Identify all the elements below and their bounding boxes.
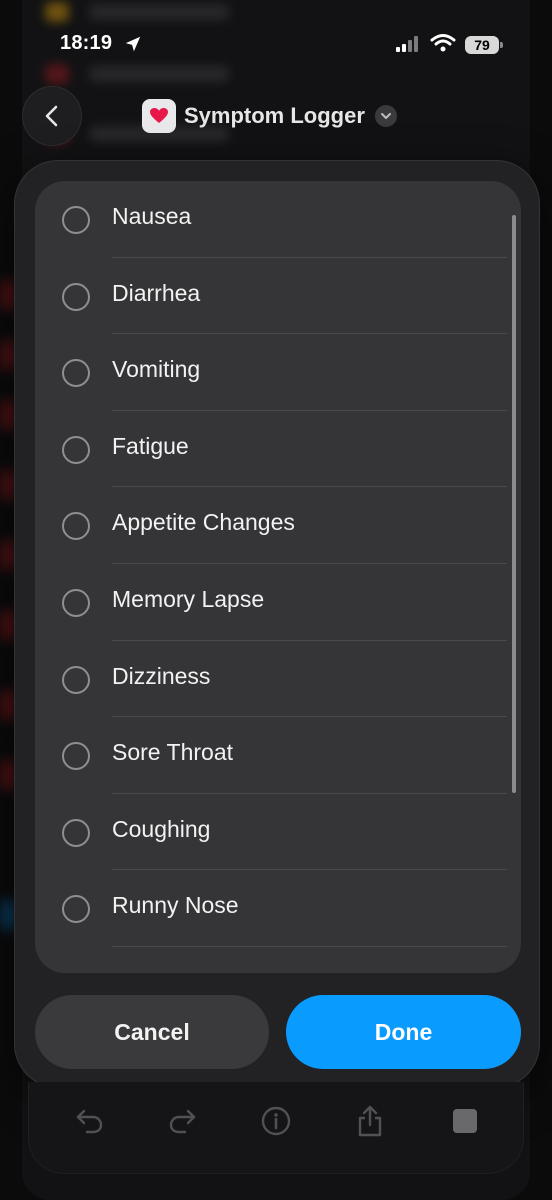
wifi-icon [430,34,456,52]
radio-circle-icon[interactable] [62,895,90,924]
symptom-row[interactable]: Memory Lapse [35,564,521,641]
symptom-label: Memory Lapse [112,586,265,612]
done-button[interactable]: Done [286,995,521,1069]
symptom-row[interactable]: Fatigue [35,411,521,488]
cancel-button[interactable]: Cancel [35,995,269,1069]
share-icon[interactable] [353,1104,387,1138]
symptom-label: Coughing [112,815,211,842]
radio-circle-icon[interactable] [62,589,90,617]
radio-circle-icon[interactable] [62,665,90,694]
page-title: Symptom Logger [184,103,365,128]
symptom-label: Appetite Changes [112,509,295,536]
symptom-row[interactable]: Runny Nose [35,870,521,947]
status-bar: 18:19 79 [0,0,552,90]
symptom-label: Dizziness [112,662,211,689]
symptom-label: Vomiting [112,356,201,383]
signal-icon [396,36,418,52]
info-icon[interactable] [259,1104,293,1138]
app-icon [142,99,176,133]
radio-circle-icon[interactable] [62,742,90,771]
undo-icon[interactable] [73,1104,107,1138]
stop-icon[interactable] [448,1104,482,1138]
symptom-label: Nausea [112,203,192,229]
symptom-row[interactable]: Vomiting [35,334,521,411]
row-divider [112,945,507,947]
symptom-row[interactable]: Nausea [35,181,521,258]
location-arrow-icon [125,36,141,52]
symptom-label: Sore Throat [112,739,234,766]
heart-icon [150,108,168,123]
symptom-picker-modal: Nausea Diarrhea Vomiting Fatigue Appetit… [14,160,540,1088]
symptom-label: Runny Nose [112,892,239,919]
radio-circle-icon[interactable] [62,206,90,234]
symptom-list: Nausea Diarrhea Vomiting Fatigue Appetit… [35,181,521,973]
chevron-left-icon [45,105,58,127]
symptom-row[interactable]: Diarrhea [35,258,521,335]
symptom-row[interactable]: Sore Throat [35,717,521,794]
radio-circle-icon[interactable] [62,359,90,388]
symptom-row[interactable]: Coughing [35,794,521,871]
radio-circle-icon[interactable] [62,512,90,541]
symptom-label: Diarrhea [112,279,201,306]
battery-level: 79 [465,36,499,54]
scroll-indicator[interactable] [512,215,516,793]
chevron-down-icon [374,105,397,127]
symptom-label: Fatigue [112,432,189,459]
bottom-toolbar [28,1082,524,1174]
radio-circle-icon[interactable] [62,282,90,311]
symptom-row[interactable]: Appetite Changes [35,487,521,564]
status-time: 18:19 [60,32,113,54]
radio-circle-icon[interactable] [62,818,90,847]
redo-icon[interactable] [165,1104,199,1138]
battery-icon: 79 [465,33,503,57]
back-button[interactable] [22,86,82,146]
radio-circle-icon[interactable] [62,435,90,464]
app-title-menu[interactable]: Symptom Logger [142,98,397,134]
symptom-row[interactable]: Dizziness [35,641,521,718]
